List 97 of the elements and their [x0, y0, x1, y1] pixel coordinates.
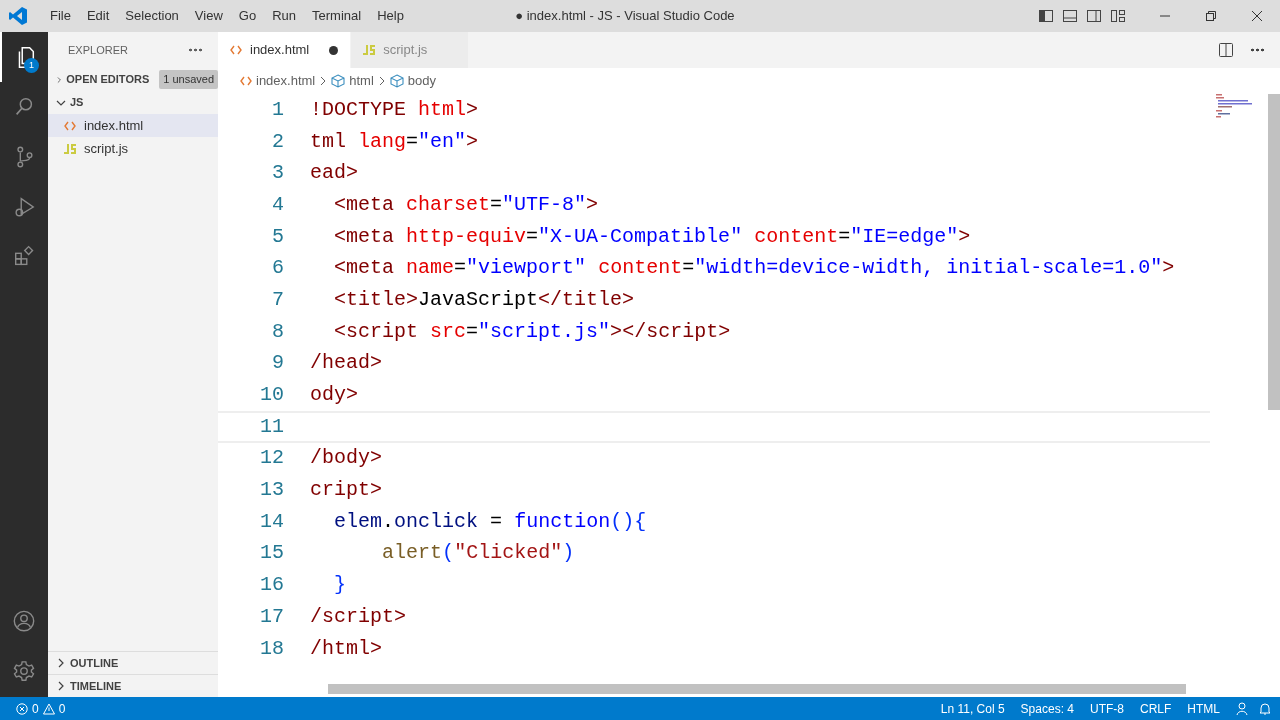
script-file-icon — [64, 143, 76, 154]
code-line: <meta name="viewport" content="width=device-width, initial-scale=1.0"> — [333, 255, 1175, 282]
line-number: 16 — [259, 572, 284, 599]
code-line: /head> — [310, 350, 383, 377]
breadcrumb-item[interactable]: index.html — [240, 71, 316, 91]
feedback-icon[interactable] — [1236, 701, 1250, 716]
code-line: ead> — [310, 160, 359, 187]
breadcrumb-item[interactable]: body — [389, 71, 436, 91]
code-line: /script> — [310, 603, 407, 630]
menu-entry[interactable]: Go — [230, 6, 265, 26]
line-number: 7 — [271, 286, 284, 313]
warning-count: 0 — [58, 700, 66, 718]
code-file-icon — [64, 120, 76, 131]
line-number: 2 — [271, 128, 284, 155]
tree-row[interactable]: script.js — [48, 137, 218, 160]
status-item[interactable]: HTML — [1179, 699, 1228, 718]
code-line: } — [333, 572, 347, 599]
tree-row[interactable]: index.html — [48, 114, 218, 137]
error-icon — [16, 702, 28, 715]
run-debug-icon — [12, 195, 36, 219]
line-number: 10 — [259, 382, 284, 409]
code-line: elem.onclick = function(){ — [333, 508, 647, 535]
window-title: ● index.html - JS - Visual Studio Code — [515, 8, 735, 24]
close-icon[interactable] — [1252, 11, 1262, 21]
code-line: cript> — [310, 477, 383, 504]
unsaved-dot-icon — [329, 45, 339, 55]
line-number: 11 — [259, 413, 284, 440]
more-actions-icon[interactable] — [188, 48, 202, 52]
code-line: <title>JavaScript</title> — [333, 286, 635, 313]
code-line: <meta http-equiv="X-UA-Compatible" content="IE=edge"> — [333, 223, 971, 250]
code-line: ody> — [310, 382, 359, 409]
count-badge: 1 — [24, 58, 39, 73]
menu-entry[interactable]: Selection — [117, 6, 187, 26]
code-line: /body> — [310, 445, 383, 472]
scrollbar-thumb[interactable] — [1268, 94, 1280, 410]
line-number: 1 — [271, 96, 284, 123]
line-number: 5 — [271, 223, 284, 250]
split-editor-icon[interactable] — [1218, 42, 1234, 58]
code-file-icon — [230, 45, 242, 55]
section-header[interactable]: OUTLINE — [48, 651, 218, 674]
breadcrumb-item[interactable]: html — [331, 71, 374, 91]
restore-icon[interactable] — [1206, 11, 1216, 21]
menu-entry[interactable]: Edit — [78, 6, 118, 26]
code-line: tml lang="en"> — [310, 128, 479, 155]
code-line: <script src="script.js"></script> — [333, 318, 731, 345]
minimap — [1216, 94, 1252, 118]
status-item[interactable]: Ln 11, Col 5 — [932, 699, 1013, 718]
cube-icon — [331, 74, 346, 88]
line-number: 15 — [259, 540, 284, 567]
scrollbar-thumb[interactable] — [328, 684, 1186, 694]
code-line: <meta charset="UTF-8"> — [333, 191, 599, 218]
account-icon — [12, 610, 36, 634]
menu-entry[interactable]: File — [42, 6, 79, 26]
status-item[interactable]: UTF-8 — [1082, 699, 1132, 718]
line-number: 14 — [259, 508, 284, 535]
folder-item[interactable]: JS — [48, 91, 218, 114]
panel-title: EXPLORER — [68, 42, 128, 58]
line-number: 9 — [271, 350, 284, 377]
code-line: alert("Clicked") — [381, 540, 575, 567]
code-line: /html> — [310, 635, 383, 662]
app-logo-icon — [8, 6, 28, 26]
line-number: 17 — [259, 603, 284, 630]
toggle-sidebar-icon[interactable] — [1038, 8, 1054, 24]
notification-icon[interactable] — [1258, 701, 1272, 716]
editor-tab[interactable]: index.html — [218, 32, 352, 68]
layout-icon[interactable] — [1110, 8, 1126, 24]
line-number: 12 — [259, 445, 284, 472]
split-layout-icon[interactable] — [1086, 8, 1102, 24]
menu-entry[interactable]: View — [186, 6, 231, 26]
settings-icon — [12, 660, 36, 684]
status-item[interactable]: Spaces: 4 — [1012, 699, 1082, 718]
chevron-right-icon — [56, 74, 63, 85]
menu-entry[interactable]: Run — [264, 6, 304, 26]
chevron-right-icon — [319, 76, 328, 86]
line-number: 13 — [259, 477, 284, 504]
toggle-panel-icon[interactable] — [1062, 8, 1078, 24]
menu-entry[interactable]: Help — [369, 6, 412, 26]
line-number: 8 — [271, 318, 284, 345]
line-number: 3 — [271, 160, 284, 187]
status-item[interactable]: CRLF — [1132, 699, 1180, 718]
cube-icon — [389, 74, 404, 88]
line-number: 6 — [271, 255, 284, 282]
script-file-icon — [363, 45, 376, 55]
warning-icon — [42, 702, 55, 715]
more-actions-icon[interactable] — [1250, 48, 1264, 52]
line-number: 18 — [259, 635, 284, 662]
section-header[interactable]: OPEN EDITORS 1 unsaved — [48, 68, 218, 91]
chevron-right-icon — [377, 76, 386, 86]
error-count: 0 — [32, 700, 39, 718]
chevron-right-icon — [56, 658, 66, 668]
line-number: 4 — [271, 191, 284, 218]
code-file-icon — [240, 76, 252, 86]
unsaved-badge: 1 unsaved — [159, 70, 218, 89]
chevron-right-icon — [56, 681, 66, 691]
code-line: !DOCTYPE html> — [310, 96, 479, 123]
problems-indicator[interactable]: 0 0 — [16, 699, 66, 718]
menu-entry[interactable]: Terminal — [304, 6, 370, 26]
